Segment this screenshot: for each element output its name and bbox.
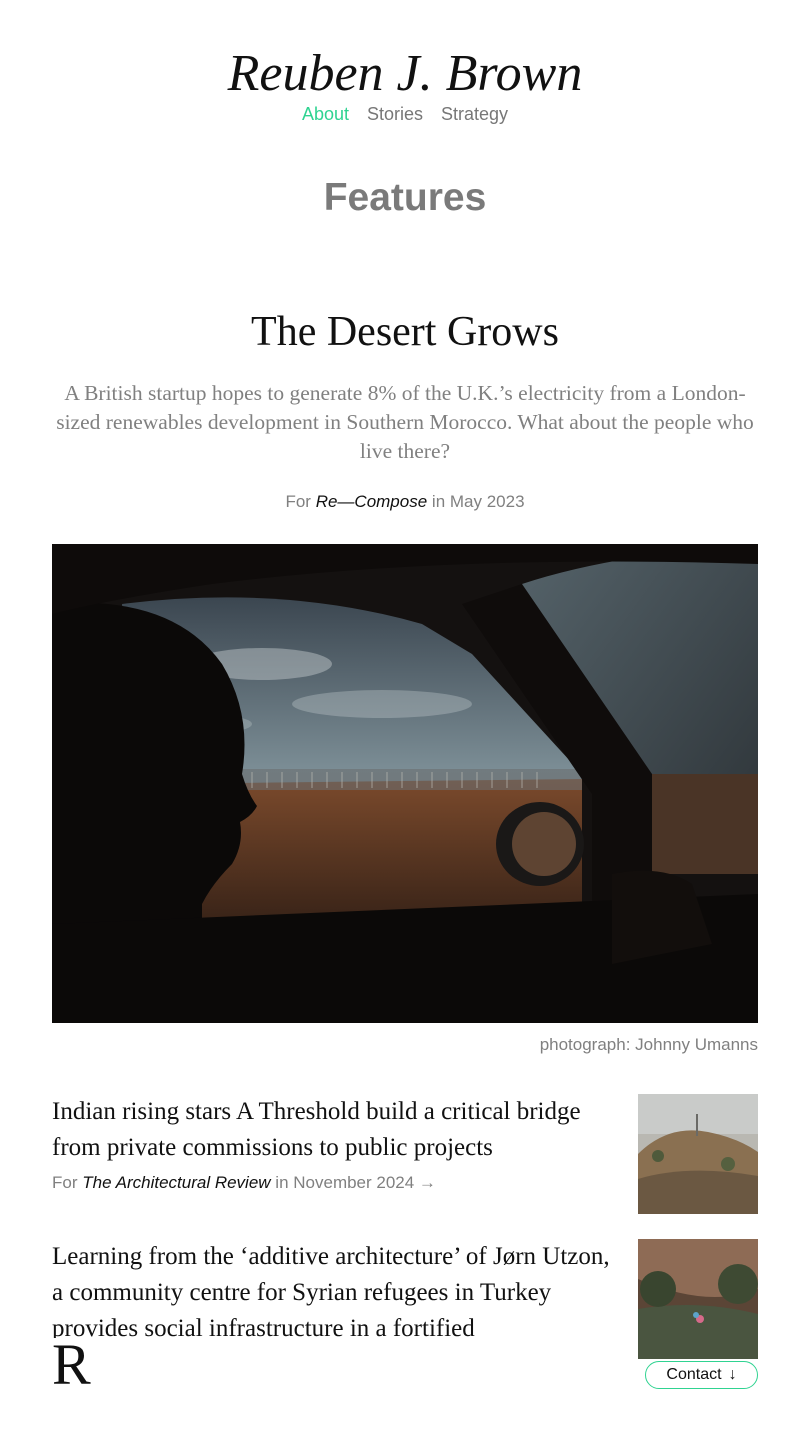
story-headline-link[interactable]: Learning from the ‘additive architecture…: [52, 1239, 620, 1347]
contact-button[interactable]: Contact ↓: [645, 1361, 758, 1389]
feature-title[interactable]: The Desert Grows: [0, 306, 810, 358]
story-meta-prefix: For: [52, 1173, 78, 1192]
section-heading: Features: [323, 176, 487, 219]
story-item: Indian rising stars A Threshold build a …: [52, 1094, 758, 1216]
thumbnail-graphic: [638, 1239, 758, 1359]
site-title[interactable]: Reuben J. Brown: [0, 44, 810, 104]
monogram-logo[interactable]: R: [52, 1336, 94, 1394]
story-headline-link[interactable]: Indian rising stars A Threshold build a …: [52, 1094, 620, 1166]
story-item: Learning from the ‘additive architecture…: [52, 1239, 758, 1361]
hero-photo-graphic: [52, 544, 758, 1023]
byline-prefix: For: [285, 492, 311, 511]
story-meta-date: in November 2024 →: [275, 1173, 436, 1192]
byline-date: in May 2023: [431, 492, 525, 511]
arrow-down-icon: ↓: [728, 1366, 737, 1383]
hero-photograph[interactable]: [52, 544, 758, 1023]
story-thumbnail[interactable]: [638, 1239, 758, 1359]
nav-link-strategy[interactable]: Strategy: [441, 102, 508, 126]
main-nav: About Stories Strategy: [0, 102, 810, 126]
thumbnail-graphic: [638, 1094, 758, 1214]
story-thumbnail[interactable]: [638, 1094, 758, 1214]
byline-publication: Re—Compose: [315, 492, 428, 511]
feature-dek: A British startup hopes to generate 8% o…: [56, 381, 754, 463]
feature-byline: For Re—Compose in May 2023: [0, 490, 810, 514]
contact-button-label: Contact: [666, 1366, 722, 1383]
nav-link-stories[interactable]: Stories: [367, 102, 423, 126]
story-meta-publication: The Architectural Review: [82, 1173, 271, 1192]
nav-link-about[interactable]: About: [302, 102, 349, 126]
photo-credit: photograph: Johnny Umanns: [539, 1035, 758, 1054]
